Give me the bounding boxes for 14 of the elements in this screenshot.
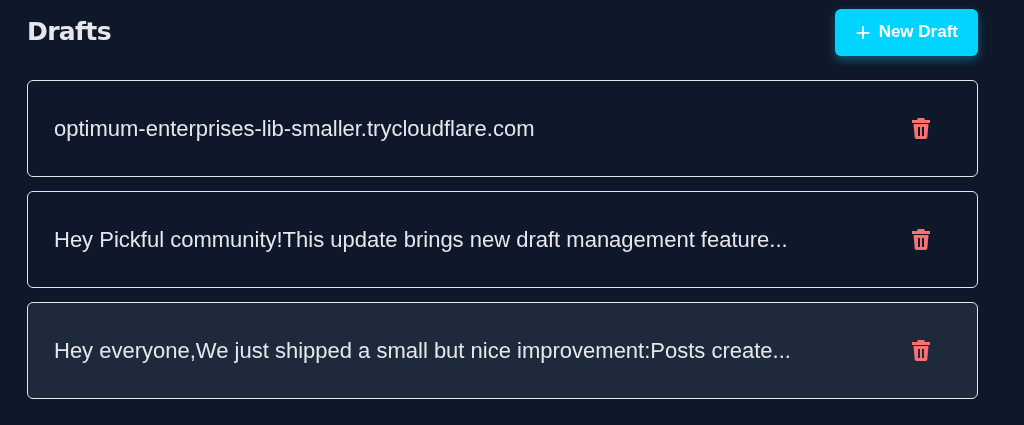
delete-button[interactable] (909, 116, 933, 141)
draft-text: Hey Pickful community!This update brings new draft management feature... (54, 226, 788, 254)
draft-text: Hey everyone,We just shipped a small but nice improvement:Posts create... (54, 337, 791, 365)
trash-icon (912, 340, 930, 361)
draft-card[interactable]: Hey Pickful community!This update brings new draft management feature... (27, 191, 978, 288)
draft-card[interactable]: Hey everyone,We just shipped a small but nice improvement:Posts create... (27, 302, 978, 399)
trash-icon (912, 229, 930, 250)
delete-button[interactable] (909, 227, 933, 252)
trash-icon (912, 118, 930, 139)
draft-text: optimum-enterprises-lib-smaller.trycloudflare.com (54, 115, 535, 143)
plus-icon: + (855, 19, 871, 45)
draft-card[interactable]: optimum-enterprises-lib-smaller.trycloudflare.com (27, 80, 978, 177)
delete-button[interactable] (909, 338, 933, 363)
page-title: Drafts (27, 16, 111, 49)
